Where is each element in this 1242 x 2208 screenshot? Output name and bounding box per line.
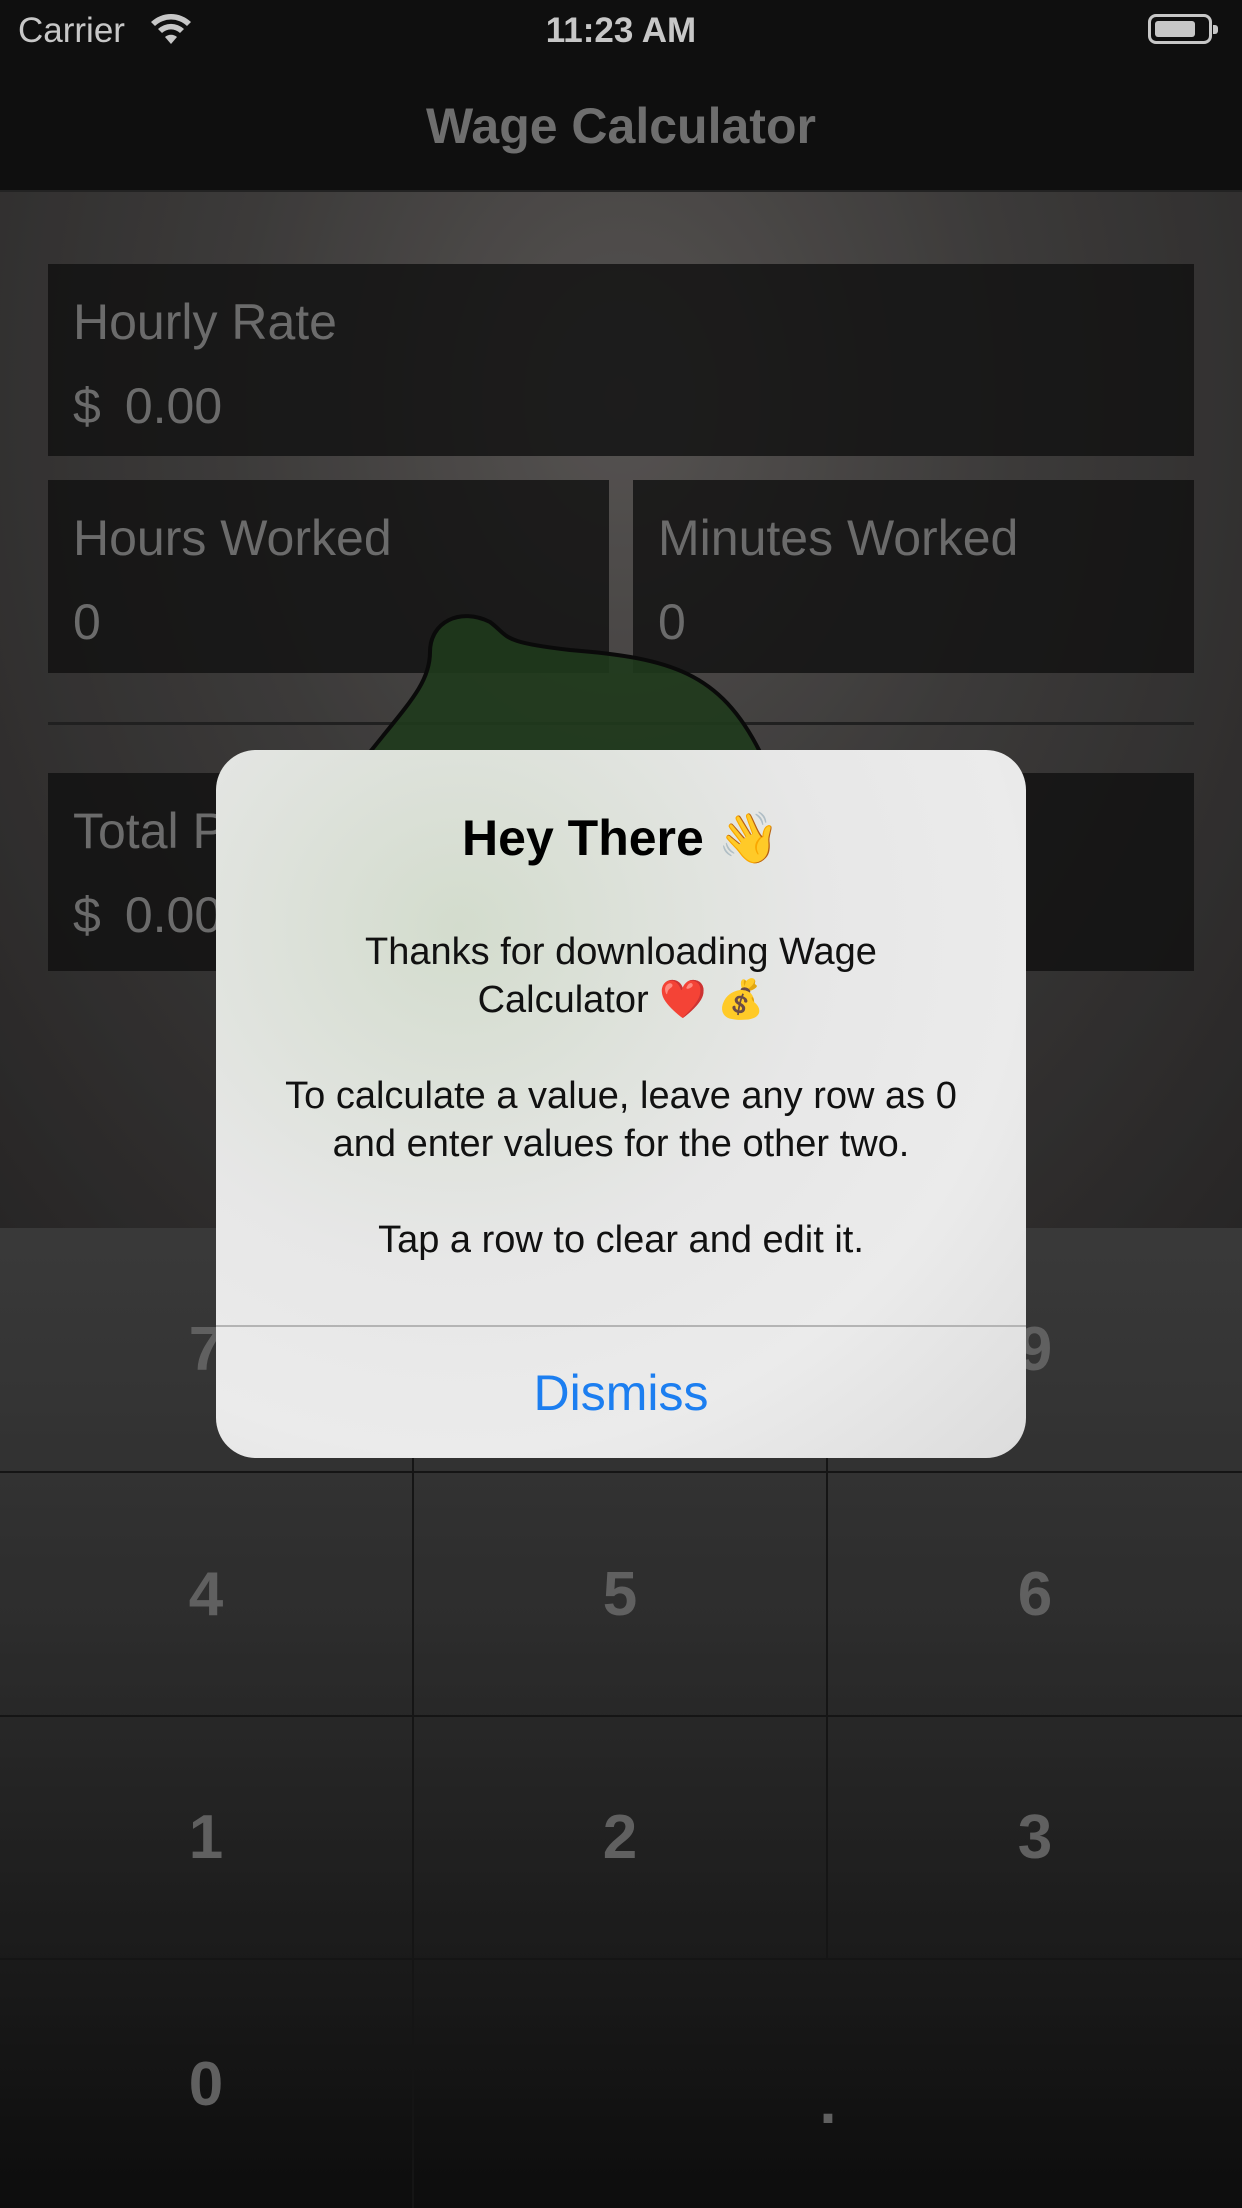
alert-message-line: and enter values for the other two.	[332, 1123, 910, 1165]
alert-title: Hey There 👋	[462, 810, 780, 866]
welcome-alert: Hey There 👋 Thanks for downloading Wage …	[216, 750, 1026, 1458]
alert-message-line: To calculate a value, leave any row as 0	[285, 1075, 957, 1117]
alert-message-line: Calculator ❤️ 💰	[477, 979, 765, 1021]
app-screen: Carrier 11:23 AM Wage Calculator Hourly …	[0, 0, 1242, 2208]
alert-message-line: Thanks for downloading Wage	[365, 931, 877, 973]
alert-message-line: Tap a row to clear and edit it.	[378, 1219, 864, 1261]
dismiss-button[interactable]: Dismiss	[216, 1327, 1026, 1458]
